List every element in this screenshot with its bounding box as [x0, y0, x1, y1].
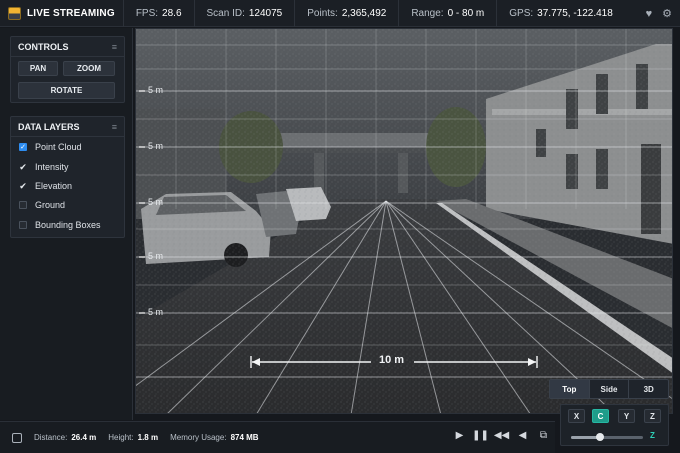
- scale-label: 10 m: [379, 354, 405, 366]
- play-icon[interactable]: ▶: [452, 428, 467, 443]
- points-stat: Points: 2,365,492: [295, 0, 400, 27]
- panel-menu-icon[interactable]: ≡: [112, 42, 117, 52]
- axis-x-button[interactable]: X: [568, 409, 585, 423]
- gear-icon[interactable]: ⚙: [662, 7, 672, 20]
- fps-stat: FPS: 28.6: [124, 0, 195, 27]
- heart-icon[interactable]: ♥: [646, 8, 653, 20]
- data-layers-header: DATA LAYERS ≡: [11, 117, 124, 137]
- memory-readout: Memory Usage: 874 MB: [170, 433, 259, 442]
- distance-marker: 5 m: [148, 251, 164, 261]
- gps-stat: GPS: 37.775, -122.418: [509, 7, 613, 19]
- distance-marker: 5 m: [148, 307, 164, 317]
- controls-panel: CONTROLS ≡ PAN ZOOM ROTATE: [10, 36, 125, 103]
- calendar-icon[interactable]: [12, 432, 22, 443]
- zoom-button[interactable]: ZOOM: [63, 61, 115, 76]
- playback-controls: ▶ ❚❚ ◀◀ ◀ ⧉: [452, 428, 551, 443]
- axis-panel: X C Y Z Z: [560, 404, 669, 446]
- height-readout: Height: 1.8 m: [108, 433, 159, 442]
- pause-icon[interactable]: ❚❚: [472, 428, 489, 443]
- street-scene: [136, 29, 672, 413]
- checkbox-empty-icon[interactable]: [19, 201, 27, 209]
- view-mode-toggle: Top Side 3D: [549, 379, 669, 399]
- layer-bounding-boxes[interactable]: Bounding Boxes: [19, 220, 101, 230]
- layer-elevation[interactable]: ✔ Elevation: [19, 181, 72, 191]
- scan-id-stat: Scan ID: 124075: [195, 0, 296, 27]
- top-icons: ♥ ⚙: [646, 0, 672, 27]
- layer-point-cloud[interactable]: ✓ Point Cloud: [19, 142, 82, 152]
- rotate-button[interactable]: ROTATE: [18, 82, 115, 99]
- loop-icon[interactable]: ⧉: [536, 428, 551, 443]
- step-back-icon[interactable]: ◀: [515, 428, 530, 443]
- point-cloud-viewport[interactable]: 5 m 5 m 5 m 5 m 5 m 10 m: [135, 28, 673, 414]
- axis-y-button[interactable]: Y: [618, 409, 635, 423]
- distance-marker: 5 m: [148, 85, 164, 95]
- pan-button[interactable]: PAN: [18, 61, 58, 76]
- checkbox-checked-icon[interactable]: ✓: [19, 143, 27, 151]
- data-layers-panel: DATA LAYERS ≡ ✓ Point Cloud ✔ Intensity …: [10, 116, 125, 238]
- axis-z-button[interactable]: Z: [644, 409, 661, 423]
- axis-c-button[interactable]: C: [592, 409, 609, 423]
- layer-ground[interactable]: Ground: [19, 200, 65, 210]
- checkbox-empty-icon[interactable]: [19, 221, 27, 229]
- layer-intensity[interactable]: ✔ Intensity: [19, 162, 68, 172]
- checkmark-icon[interactable]: ✔: [19, 181, 27, 190]
- view-top-button[interactable]: Top: [550, 380, 590, 398]
- slider-axis-label: Z: [650, 431, 655, 440]
- panel-menu-icon[interactable]: ≡: [112, 122, 117, 132]
- controls-header: CONTROLS ≡: [11, 37, 124, 57]
- brand: LIVE STREAMING: [0, 0, 124, 27]
- checkmark-icon[interactable]: ✔: [19, 162, 27, 171]
- view-3d-button[interactable]: 3D: [629, 380, 668, 398]
- rewind-icon[interactable]: ◀◀: [494, 428, 509, 443]
- controls-title: CONTROLS: [18, 41, 69, 52]
- distance-readout: Distance: 26.4 m: [34, 433, 97, 442]
- view-side-button[interactable]: Side: [590, 380, 630, 398]
- distance-marker: 5 m: [148, 197, 164, 207]
- z-slider[interactable]: [571, 433, 643, 441]
- range-stat: Range: 0 - 80 m: [399, 0, 498, 27]
- streaming-icon: [8, 6, 21, 20]
- data-layers-title: DATA LAYERS: [18, 121, 80, 132]
- top-bar: LIVE STREAMING FPS: 28.6 Scan ID: 124075 P…: [0, 0, 680, 27]
- slider-knob[interactable]: [595, 433, 604, 441]
- distance-marker: 5 m: [148, 141, 164, 151]
- app-title: LIVE STREAMING: [27, 7, 115, 19]
